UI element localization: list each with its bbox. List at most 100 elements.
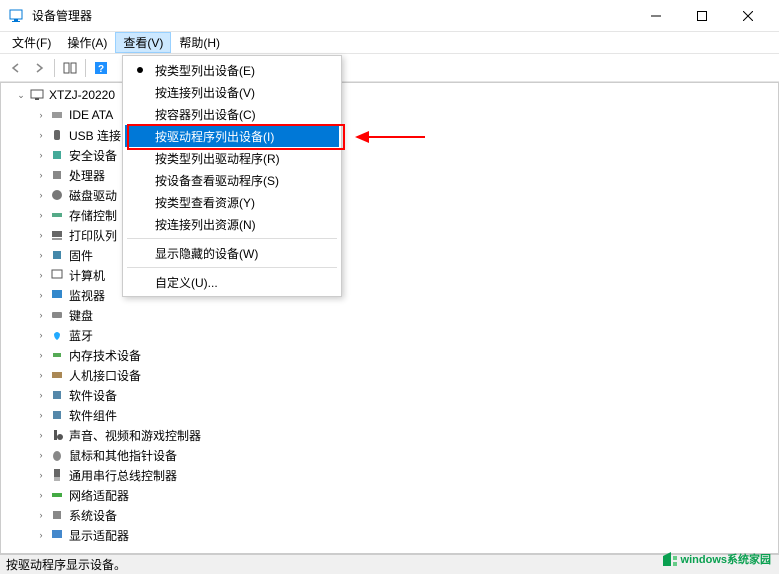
tree-node[interactable]: › 人机接口设备 [1,365,778,385]
device-category-icon [49,187,65,203]
tree-node-label: 监视器 [69,287,105,304]
menu-item-label: 按设备查看驱动程序(S) [155,172,279,189]
tree-node[interactable]: ›软件设备 [1,385,778,405]
tree-node[interactable]: ›声音、视频和游戏控制器 [1,425,778,445]
tree-node[interactable]: › 键盘 [1,305,778,325]
expand-icon[interactable]: › [35,369,47,381]
expand-icon[interactable]: › [35,109,47,121]
tree-node-label: 鼠标和其他指针设备 [69,447,177,464]
expand-icon[interactable]: › [35,529,47,541]
menu-item[interactable]: 按连接列出设备(V) [125,81,339,103]
expand-icon[interactable]: › [35,409,47,421]
tree-node[interactable]: › 显示适配器 [1,525,778,545]
menu-item[interactable]: 自定义(U)... [125,271,339,293]
tree-node-label: 处理器 [69,167,105,184]
tree-root[interactable]: ⌄ XTZJ-20220 [1,85,778,105]
help-button[interactable]: ? [90,57,112,79]
tree-node[interactable]: ›软件组件 [1,405,778,425]
tree-node[interactable]: › 存储控制 [1,205,778,225]
tree-node[interactable]: ›磁盘驱动 [1,185,778,205]
menu-item[interactable]: 按容器列出设备(C) [125,103,339,125]
device-category-icon [49,507,65,523]
tree-node-label: IDE ATA [69,108,113,122]
tree-node[interactable]: › 监视器 [1,285,778,305]
device-category-icon [49,447,65,463]
device-category-icon [49,107,65,123]
menu-help[interactable]: 帮助(H) [171,32,228,53]
menu-action[interactable]: 操作(A) [59,32,115,53]
toolbar-separator [54,59,55,77]
device-category-icon [49,287,65,303]
tree-node[interactable]: › 处理器 [1,165,778,185]
nav-forward-button[interactable] [28,57,50,79]
tree-node[interactable]: › 固件 [1,245,778,265]
tree-node[interactable]: › 计算机 [1,265,778,285]
menu-view[interactable]: 查看(V) [115,32,171,53]
tree-node-label: 固件 [69,247,93,264]
menu-item[interactable]: 按类型列出设备(E) [125,59,339,81]
tree-node-label: 计算机 [69,267,105,284]
maximize-button[interactable] [679,0,725,32]
tree-node[interactable]: › 网络适配器 [1,485,778,505]
tree-node[interactable]: › 内存技术设备 [1,345,778,365]
expand-icon[interactable]: › [35,269,47,281]
tree-node-label: 网络适配器 [69,487,129,504]
tree-root-label: XTZJ-20220 [49,88,115,102]
expand-icon[interactable]: › [35,209,47,221]
tree-node-label: 人机接口设备 [69,367,141,384]
menu-file[interactable]: 文件(F) [4,32,59,53]
expand-icon[interactable]: › [35,329,47,341]
nav-back-button[interactable] [4,57,26,79]
expand-icon[interactable]: › [35,309,47,321]
menu-item-label: 按驱动程序列出设备(I) [155,128,274,145]
menu-item[interactable]: 按类型列出驱动程序(R) [125,147,339,169]
expand-icon[interactable]: › [35,509,47,521]
menu-item[interactable]: 按类型查看资源(Y) [125,191,339,213]
minimize-button[interactable] [633,0,679,32]
status-text: 按驱动程序显示设备。 [6,556,126,573]
menu-separator [127,238,337,239]
tree-node[interactable]: › IDE ATA [1,105,778,125]
menu-item[interactable]: 显示隐藏的设备(W) [125,242,339,264]
tree-node[interactable]: › 鼠标和其他指针设备 [1,445,778,465]
device-category-icon [49,207,65,223]
expand-icon[interactable]: › [35,149,47,161]
expand-icon[interactable]: › [35,429,47,441]
tree-node-label: 打印队列 [69,227,117,244]
expand-icon[interactable]: ⌄ [15,89,27,101]
app-icon [8,8,24,24]
expand-icon[interactable]: › [35,289,47,301]
tree-node-label: 安全设备 [69,147,117,164]
expand-icon[interactable]: › [35,349,47,361]
menu-item-label: 显示隐藏的设备(W) [155,245,258,262]
tree-node-label: USB 连接 [69,127,121,144]
expand-icon[interactable]: › [35,489,47,501]
tree-node[interactable]: ›蓝牙 [1,325,778,345]
tree-node[interactable]: ›通用串行总线控制器 [1,465,778,485]
expand-icon[interactable]: › [35,469,47,481]
tree-node[interactable]: › 安全设备 [1,145,778,165]
expand-icon[interactable]: › [35,389,47,401]
tree-node-label: 键盘 [69,307,93,324]
menu-item[interactable]: 按连接列出资源(N) [125,213,339,235]
tree-node[interactable]: › 打印队列 [1,225,778,245]
tree-node[interactable]: › USB 连接 [1,125,778,145]
tree-node-label: 显示适配器 [69,527,129,544]
tree-node-label: 存储控制 [69,207,117,224]
expand-icon[interactable]: › [35,189,47,201]
expand-icon[interactable]: › [35,449,47,461]
device-category-icon [49,427,65,443]
expand-icon[interactable]: › [35,229,47,241]
tree-node[interactable]: › 系统设备 [1,505,778,525]
expand-icon[interactable]: › [35,249,47,261]
tree-node-label: 系统设备 [69,507,117,524]
tree-node-label: 内存技术设备 [69,347,141,364]
menu-item[interactable]: 按设备查看驱动程序(S) [125,169,339,191]
menu-item[interactable]: 按驱动程序列出设备(I) [125,125,339,147]
expand-icon[interactable]: › [35,169,47,181]
device-category-icon [49,247,65,263]
view-mode-button[interactable] [59,57,81,79]
device-category-icon [49,347,65,363]
close-button[interactable] [725,0,771,32]
expand-icon[interactable]: › [35,129,47,141]
